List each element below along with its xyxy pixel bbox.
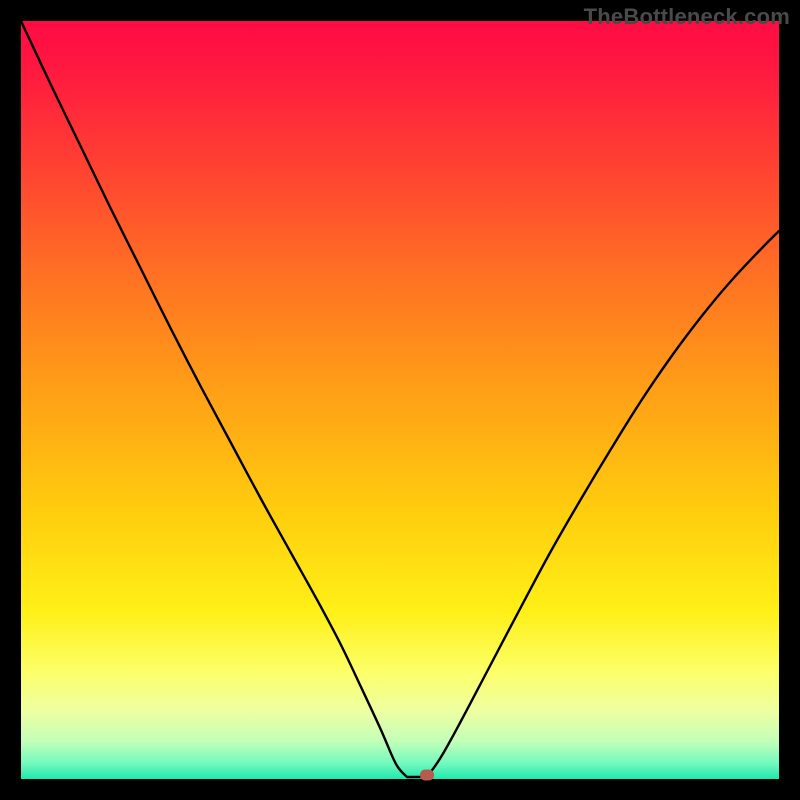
- curve-path: [21, 21, 779, 777]
- minimum-marker: [420, 770, 434, 781]
- watermark-text: TheBottleneck.com: [584, 4, 790, 30]
- bottleneck-curve: [21, 21, 779, 779]
- chart-frame: TheBottleneck.com: [0, 0, 800, 800]
